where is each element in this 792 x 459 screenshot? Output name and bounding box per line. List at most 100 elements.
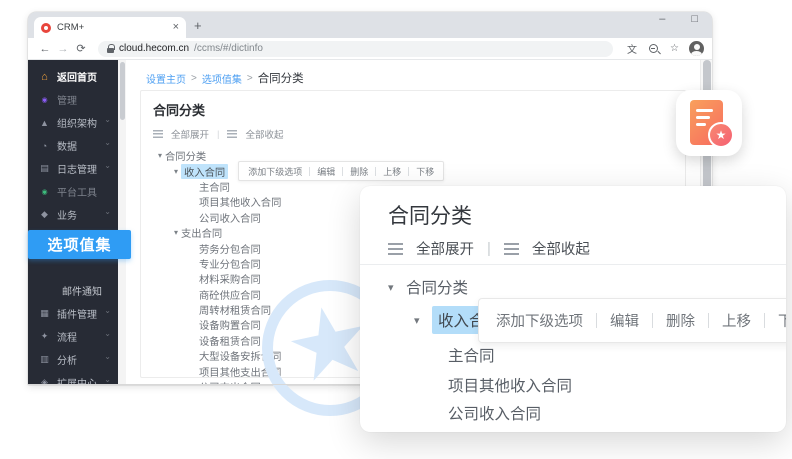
popup-separator <box>309 167 310 176</box>
caret-down-icon[interactable]: ▾ <box>388 281 406 294</box>
chevron-down-icon: ⌄ <box>104 329 111 338</box>
bookmark-star-icon[interactable]: ☆ <box>670 43 679 54</box>
popup-separator <box>708 313 709 328</box>
new-tab-button[interactable]: + <box>194 18 202 33</box>
overlay-divider <box>360 264 786 265</box>
breadcrumb-valueset-link[interactable]: 选项值集 <box>202 71 242 86</box>
url-domain: cloud.hecom.cn <box>119 43 189 54</box>
doc-line <box>696 116 710 119</box>
org-icon: ▲ <box>39 118 50 128</box>
breadcrumb-separator: > <box>191 73 197 84</box>
sidebar-scrollbar[interactable] <box>118 60 126 385</box>
doc-line <box>696 109 713 112</box>
tree-row[interactable]: 主合同 <box>448 344 495 366</box>
chevron-down-icon: ⌄ <box>104 375 111 384</box>
analytics-icon: ▥ <box>39 354 50 365</box>
lock-icon <box>107 48 114 53</box>
sidebar-item-workflow[interactable]: ✦ 流程 ⌄ <box>28 325 118 348</box>
caret-down-icon[interactable]: ▾ <box>171 228 181 237</box>
move-down-button[interactable]: 下移 <box>416 165 434 178</box>
card-title: 合同分类 <box>153 100 673 119</box>
profile-avatar[interactable] <box>689 41 704 56</box>
contract-doc-badge: ★ <box>676 90 742 156</box>
sidebar-scrollbar-thumb[interactable] <box>120 62 125 120</box>
delete-button[interactable]: 删除 <box>350 165 368 178</box>
back-icon[interactable]: ← <box>36 43 54 55</box>
url-field[interactable]: cloud.hecom.cn /ccms/#/dictinfo <box>98 41 613 57</box>
window-maximize-button[interactable]: □ <box>691 13 698 25</box>
sidebar-item-data[interactable]: ◔ 数据 ⌄ <box>28 134 118 157</box>
popup-separator <box>375 167 376 176</box>
zoom-indicator-icon[interactable] <box>649 44 658 53</box>
browser-tab[interactable]: CRM+ × <box>34 17 186 38</box>
overlay-title: 合同分类 <box>388 200 472 230</box>
expand-all-icon <box>153 130 163 138</box>
tree-row-selected[interactable]: ▾ 收入合同 添加下级选项 编辑 删除 上移 <box>153 163 673 178</box>
tree-row[interactable]: 项目其他收入合同 <box>448 374 572 396</box>
window-minimize-button[interactable]: – <box>659 13 665 25</box>
popup-separator <box>652 313 653 328</box>
chevron-down-icon: ⌄ <box>104 161 111 170</box>
browser-address-bar: ← → ⟳ cloud.hecom.cn /ccms/#/dictinfo 文 … <box>28 38 712 60</box>
collapse-all-icon <box>227 130 237 138</box>
breadcrumb-separator: > <box>247 73 253 84</box>
collapse-all-button[interactable]: 全部收起 <box>532 238 590 259</box>
sidebar-item-valueset-callout[interactable]: 选项值集 <box>28 230 131 259</box>
tab-close-icon[interactable]: × <box>173 22 179 33</box>
tab-title: CRM+ <box>57 22 167 33</box>
popup-separator <box>596 313 597 328</box>
node-action-popup: 添加下级选项 编辑 删除 上移 下移 <box>238 161 444 181</box>
sidebar-item-logs[interactable]: ▤ 日志管理 ⌄ <box>28 157 118 180</box>
expand-all-icon <box>388 243 403 255</box>
move-up-button[interactable]: 上移 <box>722 310 751 331</box>
tree-toolbar: 全部展开 | 全部收起 <box>153 127 673 141</box>
collapse-all-button[interactable]: 全部收起 <box>245 127 283 141</box>
sidebar-item-mail-notify[interactable]: 邮件通知 <box>28 279 118 302</box>
sidebar-item-plugins[interactable]: ▦ 插件管理 ⌄ <box>28 302 118 325</box>
delete-button[interactable]: 删除 <box>666 310 695 331</box>
popup-separator <box>408 167 409 176</box>
url-path: /ccms/#/dictinfo <box>194 43 263 54</box>
chevron-down-icon: ⌄ <box>104 352 111 361</box>
zoom-overlay-card: 合同分类 全部展开 | 全部收起 ▾ 合同分类 ▾ 收入合同 添加下级选项 编辑… <box>360 186 786 432</box>
breadcrumb-current: 合同分类 <box>258 70 304 86</box>
sidebar-item-business[interactable]: ◆ 业务 ⌄ <box>28 203 118 226</box>
caret-down-icon[interactable]: ▾ <box>155 151 165 160</box>
add-child-option-button[interactable]: 添加下级选项 <box>248 165 302 178</box>
breadcrumb: 设置主页 > 选项值集 > 合同分类 <box>126 60 700 86</box>
expand-all-button[interactable]: 全部展开 <box>416 238 474 259</box>
edit-button[interactable]: 编辑 <box>317 165 335 178</box>
star-badge-icon: ★ <box>708 122 734 148</box>
edit-button[interactable]: 编辑 <box>610 310 639 331</box>
sidebar-item-home[interactable]: ⌂ 返回首页 <box>28 65 118 88</box>
expand-all-button[interactable]: 全部展开 <box>171 127 209 141</box>
add-child-option-button[interactable]: 添加下级选项 <box>496 310 583 331</box>
tree-row[interactable]: 公司收入合同 <box>448 402 541 424</box>
move-up-button[interactable]: 上移 <box>383 165 401 178</box>
sidebar-item-extension-center[interactable]: ◈ 扩展中心 ⌄ <box>28 371 118 385</box>
reload-icon[interactable]: ⟳ <box>72 42 90 55</box>
admin-dot-icon: ◉ <box>39 96 50 104</box>
home-icon: ⌂ <box>39 71 50 83</box>
log-icon: ▤ <box>39 163 50 174</box>
sidebar-section-admin[interactable]: ◉ 管理 <box>28 88 118 111</box>
data-icon: ◔ <box>39 141 50 151</box>
chevron-down-icon: ⌄ <box>104 115 111 124</box>
sidebar-section-platform-tools[interactable]: ◉ 平台工具 <box>28 180 118 203</box>
workflow-icon: ✦ <box>39 331 50 342</box>
browser-tab-bar: CRM+ × + – □ <box>28 12 712 38</box>
translate-icon[interactable]: 文 <box>627 41 637 56</box>
tree-row[interactable]: ▾ 合同分类 <box>388 276 468 298</box>
sidebar: ⌂ 返回首页 ◉ 管理 ▲ 组织架构 ⌄ ◔ 数据 ⌄ <box>28 60 118 385</box>
platform-dot-icon: ◉ <box>39 188 50 196</box>
caret-down-icon[interactable]: ▾ <box>171 167 181 176</box>
sidebar-item-org[interactable]: ▲ 组织架构 ⌄ <box>28 111 118 134</box>
chevron-down-icon: ⌄ <box>104 207 111 216</box>
move-down-button[interactable]: 下移 <box>778 310 786 331</box>
chevron-down-icon: ⌄ <box>104 306 111 315</box>
business-icon: ◆ <box>39 209 50 220</box>
sidebar-item-analytics[interactable]: ▥ 分析 ⌄ <box>28 348 118 371</box>
breadcrumb-home-link[interactable]: 设置主页 <box>146 71 186 86</box>
forward-icon[interactable]: → <box>54 43 72 55</box>
caret-down-icon[interactable]: ▾ <box>414 314 432 327</box>
